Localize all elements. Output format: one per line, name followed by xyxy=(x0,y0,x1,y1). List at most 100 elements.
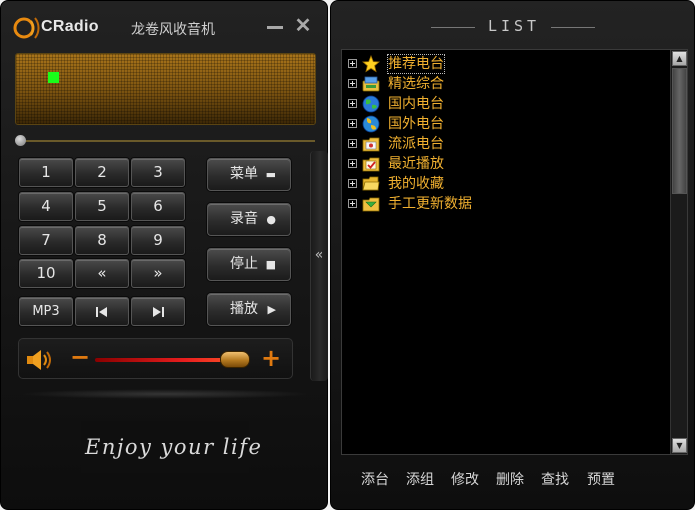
next-track-button[interactable] xyxy=(131,297,185,326)
tree-item-label: 手工更新数据 xyxy=(388,196,472,212)
double-chevron-left-icon: « xyxy=(314,247,324,263)
stop-button[interactable]: 停止 ■ xyxy=(207,248,291,281)
header-rule-left xyxy=(431,27,475,28)
record-button[interactable]: 录音 ● xyxy=(207,203,291,236)
key-1-button[interactable]: 1 xyxy=(19,158,73,187)
list-action-bar: 添台 添组 修改 删除 查找 预置 xyxy=(331,469,695,491)
play-icon: ▶ xyxy=(267,303,276,316)
tree-item-featured[interactable]: 精选综合 xyxy=(348,74,648,94)
expand-icon[interactable] xyxy=(348,59,357,68)
tree-item-label: 我的收藏 xyxy=(388,176,444,192)
close-button[interactable]: ✕ xyxy=(293,16,313,37)
expand-icon[interactable] xyxy=(348,199,357,208)
menu-button[interactable]: 菜单 ▬ xyxy=(207,158,291,191)
expand-icon[interactable] xyxy=(348,179,357,188)
key-9-button[interactable]: 9 xyxy=(131,226,185,255)
key-5-button[interactable]: 5 xyxy=(75,192,129,221)
tree-item-label: 推荐电台 xyxy=(387,54,445,74)
slogan-banner: Enjoy your life xyxy=(81,421,261,473)
radio-tray-icon xyxy=(362,76,380,92)
key-6-button[interactable]: 6 xyxy=(131,192,185,221)
divider xyxy=(17,389,313,399)
delete-button[interactable]: 删除 xyxy=(496,469,524,489)
expand-icon[interactable] xyxy=(348,79,357,88)
volume-knob[interactable] xyxy=(220,351,250,368)
key-4-button[interactable]: 4 xyxy=(19,192,73,221)
tree-item-recommended[interactable]: 推荐电台 xyxy=(348,54,648,74)
logo-text: CRadio xyxy=(41,18,99,35)
volume-down-button[interactable]: − xyxy=(69,345,91,369)
tree-item-manual-update[interactable]: 手工更新数据 xyxy=(348,194,648,214)
update-folder-icon xyxy=(362,197,380,212)
slogan-text: Enjoy your life xyxy=(85,435,263,459)
app-title: 龙卷风收音机 xyxy=(131,22,215,38)
tree-item-domestic[interactable]: 国内电台 xyxy=(348,94,648,114)
tree-item-label: 国外电台 xyxy=(388,116,444,132)
tuning-knob[interactable] xyxy=(15,135,26,146)
add-station-button[interactable]: 添台 xyxy=(361,469,389,489)
key-2-button[interactable]: 2 xyxy=(75,158,129,187)
collapse-list-button[interactable]: « xyxy=(310,245,328,265)
menu-label: 菜单 xyxy=(230,166,258,182)
tree-item-genre[interactable]: 流派电台 xyxy=(348,134,648,154)
scroll-up-button[interactable]: ▲ xyxy=(672,51,687,66)
music-folder-icon xyxy=(362,137,380,152)
station-tree: 推荐电台 精选综合 国内电台 国外电台 流派电台 最近播放 我的收藏 手工更新数… xyxy=(341,49,688,455)
menu-icon: ▬ xyxy=(265,168,276,181)
list-header: LIST xyxy=(331,17,695,37)
mp3-button[interactable]: MP3 xyxy=(19,297,73,326)
tree-item-label: 流派电台 xyxy=(388,136,444,152)
station-display xyxy=(15,53,316,125)
key-8-button[interactable]: 8 xyxy=(75,226,129,255)
tree-item-label: 最近播放 xyxy=(388,156,444,172)
next-page-button[interactable]: » xyxy=(131,259,185,288)
prev-page-button[interactable]: « xyxy=(75,259,129,288)
folder-icon xyxy=(362,176,380,191)
tree-item-favorites[interactable]: 我的收藏 xyxy=(348,174,648,194)
tree-item-label: 精选综合 xyxy=(388,76,444,92)
record-icon: ● xyxy=(266,213,276,226)
station-list-window: LIST 推荐电台 精选综合 国内电台 国外电台 流派电台 最近播放 我的收藏 … xyxy=(330,0,695,510)
key-7-button[interactable]: 7 xyxy=(19,226,73,255)
play-button[interactable]: 播放 ▶ xyxy=(207,293,291,326)
scroll-thumb[interactable] xyxy=(672,68,687,194)
key-10-button[interactable]: 10 xyxy=(19,259,73,288)
speaker-icon[interactable] xyxy=(25,347,55,373)
signal-indicator xyxy=(48,72,59,83)
edit-button[interactable]: 修改 xyxy=(451,469,479,489)
volume-panel: − + xyxy=(18,338,293,379)
checked-folder-icon xyxy=(362,157,380,172)
key-3-button[interactable]: 3 xyxy=(131,158,185,187)
stop-label: 停止 xyxy=(230,256,258,272)
add-group-button[interactable]: 添组 xyxy=(406,469,434,489)
skip-forward-icon xyxy=(153,307,164,317)
preset-button[interactable]: 预置 xyxy=(587,469,615,489)
previous-track-button[interactable] xyxy=(75,297,129,326)
skip-back-icon xyxy=(96,307,107,317)
expand-icon[interactable] xyxy=(348,159,357,168)
minimize-button[interactable] xyxy=(265,17,285,37)
find-button[interactable]: 查找 xyxy=(541,469,569,489)
scroll-down-button[interactable]: ▼ xyxy=(672,438,687,453)
tuning-track[interactable] xyxy=(19,140,315,142)
panel-splitter[interactable] xyxy=(310,151,328,381)
player-window: CRadio 龙卷风收音机 ✕ 1 2 3 4 5 6 7 8 9 10 « »… xyxy=(0,0,328,510)
record-label: 录音 xyxy=(230,211,258,227)
cradio-logo-icon xyxy=(13,17,40,39)
expand-icon[interactable] xyxy=(348,99,357,108)
globe-icon xyxy=(362,95,380,113)
tree-item-foreign[interactable]: 国外电台 xyxy=(348,114,648,134)
star-icon xyxy=(362,55,380,73)
globe-icon xyxy=(362,115,380,133)
tree-item-label: 国内电台 xyxy=(388,96,444,112)
tree-item-recent[interactable]: 最近播放 xyxy=(348,154,648,174)
expand-icon[interactable] xyxy=(348,139,357,148)
expand-icon[interactable] xyxy=(348,119,357,128)
volume-up-button[interactable]: + xyxy=(259,345,283,371)
app-logo: CRadio xyxy=(11,13,111,41)
play-label: 播放 xyxy=(230,301,258,317)
list-title: LIST xyxy=(487,17,541,35)
stop-icon: ■ xyxy=(265,258,276,271)
header-rule-right xyxy=(551,27,595,28)
vertical-scrollbar[interactable]: ▲ ▼ xyxy=(670,50,687,454)
